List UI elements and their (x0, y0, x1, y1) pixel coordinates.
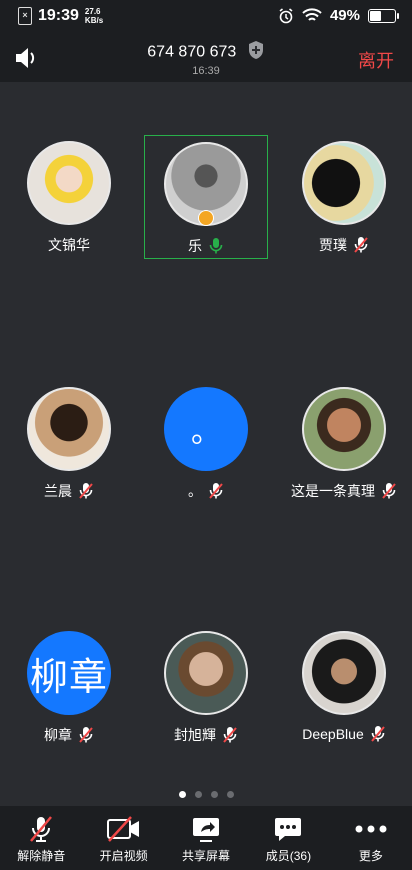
avatar (27, 387, 111, 471)
meeting-elapsed-time: 16:39 (192, 65, 220, 77)
participant-name: DeepBlue (302, 726, 364, 742)
alarm-icon (279, 7, 293, 23)
participant-name-row: 贾璞 (282, 235, 406, 255)
mic-muted-icon (354, 237, 368, 253)
participant-name: 。 (188, 483, 202, 499)
video-off-icon (106, 816, 139, 842)
participant-name: 乐 (188, 238, 202, 254)
participant-tile[interactable]: DeepBlue (282, 631, 406, 743)
status-bar: × 19:39 27.6 KB/s 49% (0, 0, 412, 34)
unmute-button[interactable]: 解除静音 (0, 806, 82, 870)
page-dot[interactable] (210, 791, 218, 798)
mic-muted-icon (79, 727, 93, 743)
shield-plus-icon[interactable] (247, 40, 265, 65)
mic-muted-icon (79, 483, 93, 499)
bottom-toolbar: 解除静音 开启视频 共享屏幕 成员(36) 更多 (0, 806, 412, 870)
participant-tile[interactable]: 这是一条真理 (282, 387, 406, 501)
page-dot[interactable] (226, 791, 234, 798)
share-screen-button[interactable]: 共享屏幕 (165, 806, 247, 870)
avatar (164, 631, 248, 715)
participant-name-row: DeepBlue (282, 725, 406, 743)
meeting-header: 674 870 673 16:39 离开 (0, 34, 412, 82)
participant-tile[interactable]: 柳章 柳章 (7, 631, 131, 745)
page-indicator (0, 791, 412, 798)
participant-name-row: 柳章 (7, 725, 131, 745)
members-button[interactable]: 成员(36) (247, 806, 329, 870)
avatar (27, 141, 111, 225)
participant-name: 这是一条真理 (291, 483, 375, 499)
clock: 19:39 (38, 7, 79, 24)
participant-name-row: 文锦华 (7, 235, 131, 255)
participant-name: 文锦华 (48, 237, 90, 253)
mic-muted-icon (209, 483, 223, 499)
participant-name-row: 乐 (145, 236, 267, 256)
battery-percent: 49% (329, 7, 360, 24)
meeting-id[interactable]: 674 870 673 (0, 40, 412, 65)
participant-tile[interactable]: 文锦华 (7, 141, 131, 255)
leave-button[interactable]: 离开 (358, 47, 394, 73)
host-badge-icon (198, 210, 214, 226)
participant-name-row: 。 (144, 481, 268, 501)
participant-tile[interactable]: 兰晨 (7, 387, 131, 501)
participant-tile[interactable]: 贾璞 (282, 141, 406, 255)
battery-level (370, 10, 381, 21)
start-video-button[interactable]: 开启视频 (82, 806, 164, 870)
avatar (302, 631, 386, 715)
avatar: 。 (164, 387, 248, 471)
participant-tile[interactable]: 。。 (144, 387, 268, 501)
participant-name-row: 兰晨 (7, 481, 131, 501)
page-dot[interactable] (178, 791, 186, 798)
more-dots-icon (355, 825, 387, 833)
participant-tile[interactable]: 封旭輝 (144, 631, 268, 745)
participant-name-row: 封旭輝 (144, 725, 268, 745)
avatar-text: 。 (191, 416, 221, 449)
mic-on-icon (209, 238, 223, 254)
network-speed: 27.6 KB/s (84, 7, 104, 25)
participant-name: 柳章 (44, 727, 72, 743)
chat-bubble-icon (275, 818, 302, 841)
battery-icon (368, 8, 399, 23)
more-button[interactable]: 更多 (330, 806, 412, 870)
share-screen-icon (193, 818, 220, 842)
avatar-text: 柳章 (29, 656, 108, 699)
participant-tile[interactable]: 乐 (144, 135, 268, 259)
page-dot[interactable] (194, 791, 202, 798)
avatar (302, 387, 386, 471)
mic-muted-icon (30, 816, 53, 842)
wifi-icon (302, 8, 322, 21)
mic-muted-icon (382, 483, 396, 499)
no-sim-icon: × (18, 7, 32, 25)
participant-name: 封旭輝 (174, 727, 216, 743)
participant-name: 兰晨 (44, 483, 72, 499)
avatar: 柳章 (27, 631, 111, 715)
participant-name: 贾璞 (319, 237, 347, 253)
avatar (302, 141, 386, 225)
mic-muted-icon (223, 727, 237, 743)
participant-name-row: 这是一条真理 (282, 481, 406, 501)
mic-muted-icon (370, 726, 385, 742)
